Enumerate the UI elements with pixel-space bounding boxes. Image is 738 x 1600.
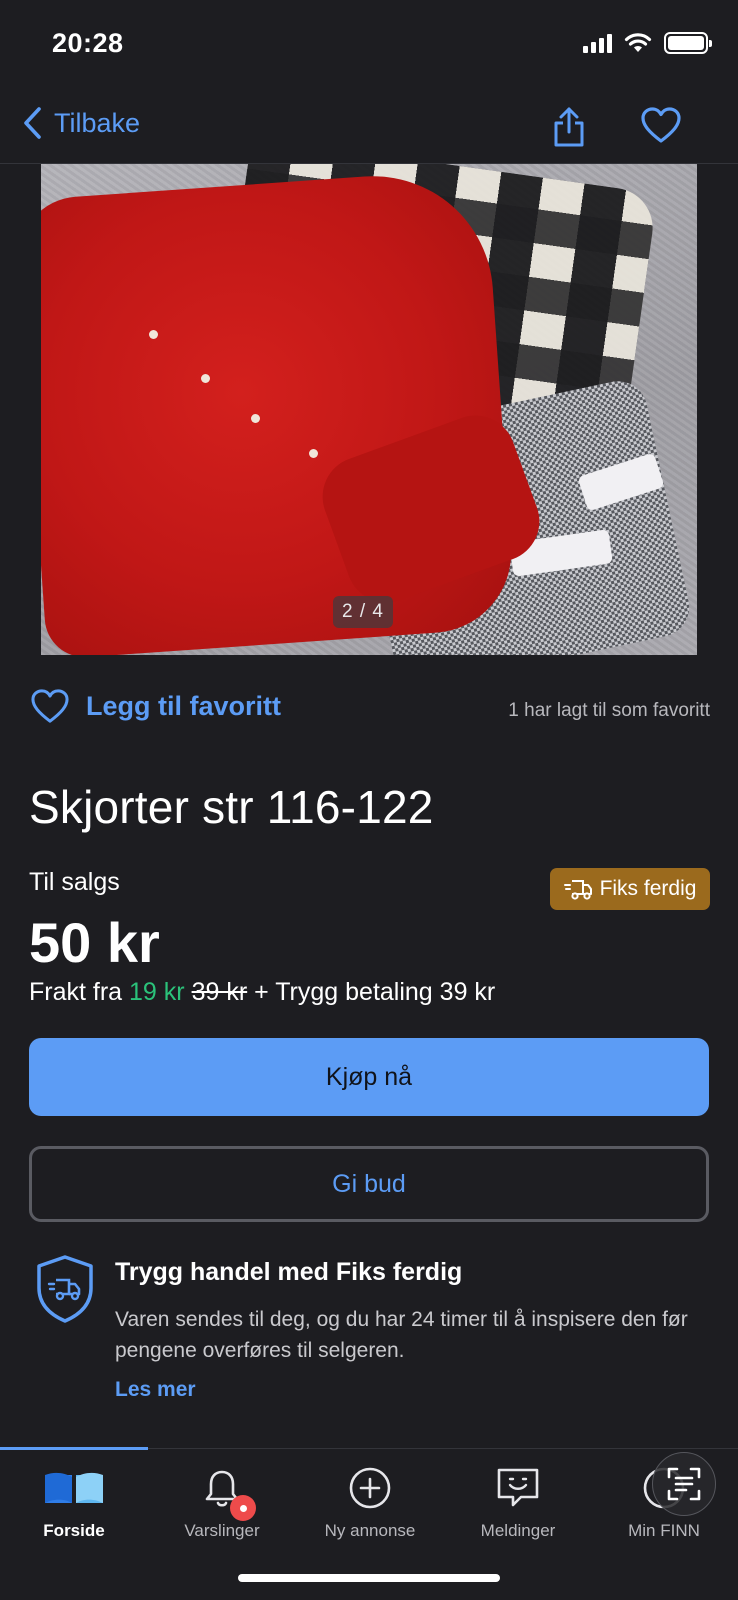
- home-indicator: [238, 1574, 500, 1582]
- wifi-icon: [624, 33, 652, 52]
- share-icon: [554, 107, 584, 147]
- fiks-ferdig-badge: Fiks ferdig: [550, 868, 710, 910]
- shipping-suffix: + Trygg betaling 39 kr: [254, 978, 496, 1006]
- cellular-signal-icon: [583, 33, 612, 53]
- buy-now-button[interactable]: Kjøp nå: [29, 1038, 709, 1116]
- add-favorite-button[interactable]: Legg til favoritt: [30, 688, 281, 724]
- tab-meldinger[interactable]: Meldinger: [444, 1463, 592, 1553]
- active-tab-indicator: [0, 1447, 148, 1450]
- tab-label: Ny annonse: [324, 1521, 416, 1540]
- add-favorite-label: Legg til favoritt: [86, 690, 281, 721]
- shipping-original-price: 39 kr: [191, 978, 248, 1006]
- tab-forside[interactable]: Forside: [0, 1463, 148, 1553]
- plus-circle-icon: [348, 1463, 392, 1513]
- tab-label: Meldinger: [480, 1521, 556, 1540]
- status-time: 20:28: [52, 28, 124, 58]
- scan-floating-button[interactable]: [652, 1452, 716, 1516]
- tab-ny-annonse[interactable]: Ny annonse: [296, 1463, 444, 1553]
- favorite-count: 1 har lagt til som favoritt: [508, 700, 710, 721]
- favorite-row: Legg til favoritt 1 har lagt til som fav…: [30, 688, 710, 732]
- back-button[interactable]: Tilbake: [22, 106, 140, 140]
- read-more-link[interactable]: Les mer: [115, 1378, 196, 1402]
- photo-counter: 2 / 4: [333, 596, 393, 628]
- listing-title: Skjorter str 116-122: [29, 781, 434, 833]
- nav-bar: Tilbake: [0, 92, 738, 164]
- tab-label: Forside: [43, 1521, 105, 1540]
- sale-label: Til salgs: [29, 868, 120, 896]
- heart-icon: [641, 107, 681, 143]
- shirt-button: [309, 449, 318, 458]
- status-bar: 20:28: [0, 0, 738, 92]
- bell-icon: [204, 1463, 256, 1521]
- chevron-left-icon: [24, 107, 41, 139]
- make-bid-button[interactable]: Gi bud: [29, 1146, 709, 1222]
- save-favorite-button[interactable]: [640, 106, 682, 149]
- badge-label: Fiks ferdig: [599, 877, 697, 900]
- heart-icon: [31, 689, 69, 723]
- shirt-button: [251, 414, 260, 423]
- notification-badge: [230, 1495, 256, 1521]
- shirt-button: [201, 374, 210, 383]
- tab-label: Min FINN: [628, 1521, 700, 1540]
- chat-icon: [496, 1463, 540, 1513]
- back-label: Tilbake: [54, 107, 141, 138]
- safe-trade-section: Trygg handel med Fiks ferdig Varen sende…: [29, 1250, 719, 1410]
- listing-photo[interactable]: 2 / 4: [41, 164, 697, 655]
- status-icons: [583, 32, 712, 54]
- shipping-prefix: Frakt fra: [29, 978, 123, 1006]
- shield-truck-icon: [37, 1255, 93, 1323]
- safe-trade-description: Varen sendes til deg, og du har 24 timer…: [115, 1308, 688, 1362]
- share-button[interactable]: [552, 106, 586, 153]
- battery-icon: [664, 32, 712, 54]
- tab-label: Varslinger: [184, 1521, 260, 1540]
- home-book-icon: [43, 1463, 105, 1513]
- shipping-info: Frakt fra 19 kr 39 kr + Trygg betaling 3…: [29, 978, 495, 1007]
- shirt-button: [149, 330, 158, 339]
- delivery-truck-icon: [563, 880, 592, 900]
- price: 50 kr: [29, 911, 160, 974]
- scan-text-icon: [667, 1467, 701, 1501]
- shipping-discount-price: 19 kr: [129, 978, 185, 1006]
- tab-varslinger[interactable]: Varslinger: [148, 1463, 296, 1553]
- safe-trade-title: Trygg handel med Fiks ferdig: [115, 1258, 463, 1286]
